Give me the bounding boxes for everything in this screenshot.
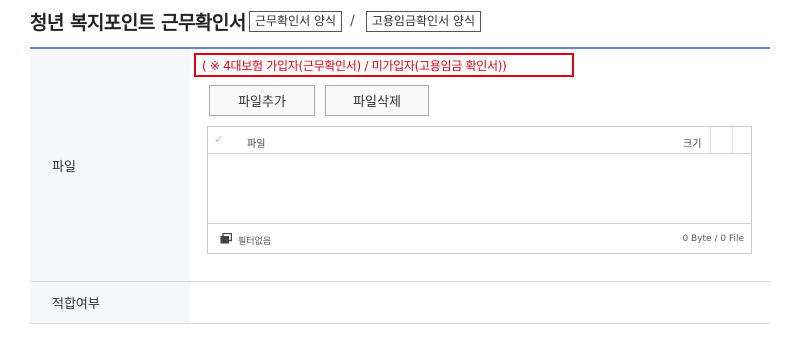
- insurance-notice: ( ※ 4대보험 가입자(근무확인서) / 미가입자(고용임금 확인서)): [194, 53, 574, 77]
- column-divider: [710, 127, 711, 153]
- filter-label[interactable]: 필터없음: [238, 234, 271, 247]
- filter-icon[interactable]: [220, 233, 232, 244]
- eligible-row-header: 적합여부: [30, 282, 190, 323]
- column-divider: [732, 127, 733, 153]
- add-file-button[interactable]: 파일추가: [209, 85, 315, 116]
- uploader-col-size: 크기: [683, 139, 702, 150]
- file-stats: 0 Byte / 0 File: [682, 234, 744, 244]
- page-title: 청년 복지포인트 근무확인서: [30, 11, 247, 34]
- page-header: 청년 복지포인트 근무확인서 근무확인서 양식 / 고용임금확인서 양식: [30, 6, 482, 36]
- employment-wage-form-link[interactable]: 고용임금확인서 양식: [365, 10, 482, 32]
- file-row-header: 파일: [30, 49, 190, 281]
- work-confirmation-form-link[interactable]: 근무확인서 양식: [249, 10, 343, 32]
- uploader-col-file: 파일: [247, 139, 266, 150]
- link-separator: /: [350, 13, 355, 29]
- eligible-row: 적합여부: [30, 282, 770, 324]
- uploader-footer: 필터없음 0 Byte / 0 File: [208, 223, 751, 254]
- file-row-label: 파일: [52, 159, 76, 175]
- eligible-row-label: 적합여부: [52, 297, 100, 312]
- file-uploader[interactable]: ✓ 파일 크기 필터없음 0 Byte / 0 File: [207, 126, 752, 254]
- uploader-header: ✓ 파일 크기: [208, 127, 751, 154]
- delete-file-button[interactable]: 파일삭제: [325, 85, 429, 116]
- check-icon[interactable]: ✓: [214, 134, 226, 146]
